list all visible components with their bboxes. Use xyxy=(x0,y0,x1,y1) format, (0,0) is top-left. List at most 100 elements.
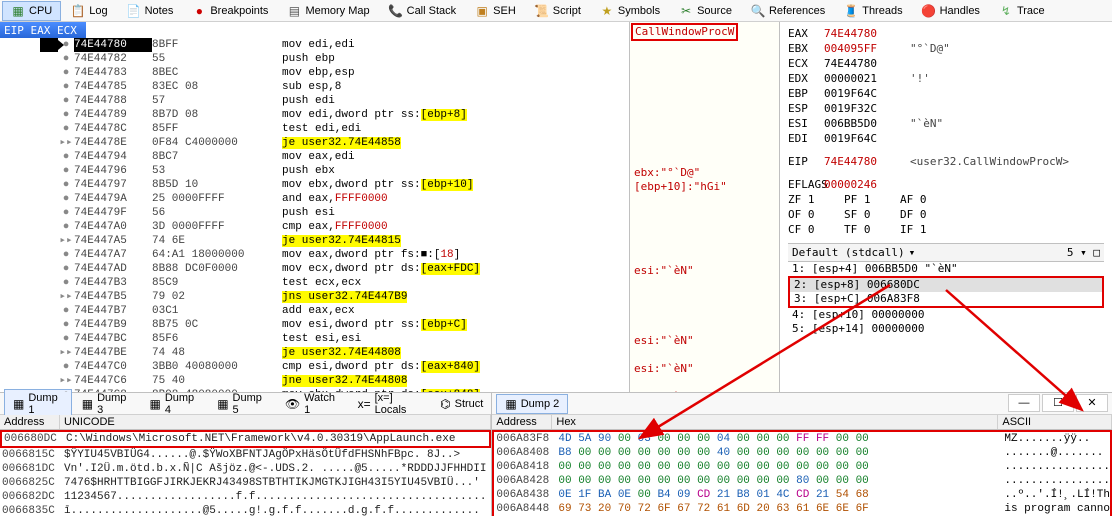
tab-script[interactable]: 📜Script xyxy=(526,1,590,21)
col-unicode[interactable]: UNICODE xyxy=(60,415,491,429)
breakpoint-dot-icon[interactable]: ● xyxy=(58,178,74,192)
stack-param[interactable]: 3: [esp+C] 006A83F8 xyxy=(790,292,1102,306)
disasm-row[interactable]: ●74E447B98B75 0Cmov esi,dword ptr ss:[eb… xyxy=(0,318,629,332)
dump-row[interactable]: 006A83F84D 5A 90 00 03 00 00 00 04 00 00… xyxy=(494,432,1110,446)
tab-cpu[interactable]: ▦CPU xyxy=(2,1,61,21)
tab-dump-1[interactable]: ▦Dump 1 xyxy=(4,389,72,419)
dump-row[interactable]: 006682DC11234567..................f.f...… xyxy=(0,490,491,504)
tab-breakpoints[interactable]: ●Breakpoints xyxy=(183,1,277,21)
flag[interactable]: CF 0 xyxy=(788,222,844,237)
tab--x-locals[interactable]: x=[x=] Locals xyxy=(350,390,431,418)
dump-row[interactable]: 0066815C$ŸYIU45VBIÜG4......@.$ŸWoXBFNTJA… xyxy=(0,448,491,462)
breakpoint-dot-icon[interactable]: ● xyxy=(58,108,74,122)
disasm-row[interactable]: ●74E4479653push ebx xyxy=(0,164,629,178)
col-hex[interactable]: Hex xyxy=(552,415,998,429)
dump-row[interactable]: 006680DCC:\Windows\Microsoft.NET\Framewo… xyxy=(0,430,491,448)
stack-param[interactable]: 2: [esp+8] 006680DC xyxy=(790,278,1102,292)
disasm-row[interactable]: ●74E447C88B98 48080000mov ebx,dword ptr … xyxy=(0,388,629,392)
breakpoint-dot-icon[interactable]: ● xyxy=(58,192,74,206)
tab-handles[interactable]: 🔴Handles xyxy=(913,1,989,21)
dump-row[interactable]: 006A844869 73 20 70 72 6F 67 72 61 6D 20… xyxy=(494,502,1110,516)
flag[interactable]: OF 0 xyxy=(788,207,844,222)
breakpoint-dot-icon[interactable]: ● xyxy=(58,66,74,80)
dump-row[interactable]: 006A8408B8 00 00 00 00 00 00 00 40 00 00… xyxy=(494,446,1110,460)
flag[interactable]: PF 1 xyxy=(844,192,900,207)
dump-row[interactable]: 006A84380E 1F BA 0E 00 B4 09 CD 21 B8 01… xyxy=(494,488,1110,502)
breakpoint-dot-icon[interactable]: ▸ xyxy=(58,346,74,360)
tab-struct[interactable]: ⌬Struct xyxy=(432,395,491,413)
flag[interactable]: IF 1 xyxy=(900,222,956,237)
disasm-row[interactable]: ●74E447A03D 0000FFFFcmp eax,FFFF0000 xyxy=(0,220,629,234)
disasm-row[interactable]: ▸74E447A574 6Eje user32.74E44815 xyxy=(0,234,629,248)
tab-trace[interactable]: ↯Trace xyxy=(990,1,1054,21)
dump-row[interactable]: 006A842800 00 00 00 00 00 00 00 00 00 00… xyxy=(494,474,1110,488)
flag[interactable]: TF 0 xyxy=(844,222,900,237)
disasm-listing[interactable]: ●74E447808BFFmov edi,edi●74E4478255push … xyxy=(0,38,629,392)
tab-notes[interactable]: 📄Notes xyxy=(118,1,183,21)
breakpoint-dot-icon[interactable]: ▸ xyxy=(58,374,74,388)
stack-param[interactable]: 1: [esp+4] 006BB5D0 "`èN" xyxy=(788,262,1104,276)
disasm-row[interactable]: ●74E447AD8B88 DC0F0000mov ecx,dword ptr … xyxy=(0,262,629,276)
dump2-body[interactable]: 006A83F84D 5A 90 00 03 00 00 00 04 00 00… xyxy=(492,430,1112,516)
breakpoint-dot-icon[interactable]: ● xyxy=(58,388,74,392)
disasm-row[interactable]: ●74E447978B5D 10mov ebx,dword ptr ss:[eb… xyxy=(0,178,629,192)
minimize-button[interactable]: — xyxy=(1008,394,1040,412)
dump-row[interactable]: 0066825C7476$HRHTTBIGGFJIRKJEKRJ43498STB… xyxy=(0,476,491,490)
breakpoint-dot-icon[interactable]: ● xyxy=(58,164,74,178)
registers-panel[interactable]: EAX74E44780EBX004095FF"°`D@"ECX74E44780E… xyxy=(780,22,1112,392)
dump-row[interactable]: 006681DCVn'.I2Ü.m.ötd.b.x.Ñ|C Ašjöz.@<-.… xyxy=(0,462,491,476)
tab-dump-3[interactable]: ▦Dump 3 xyxy=(74,390,140,418)
flag[interactable]: SF 0 xyxy=(844,207,900,222)
breakpoint-dot-icon[interactable]: ● xyxy=(58,94,74,108)
reg-value[interactable]: 00000021 xyxy=(824,71,910,86)
reg-value[interactable]: 74E44780 xyxy=(824,56,910,71)
close-button[interactable]: ✕ xyxy=(1076,394,1108,412)
stack-arg-count[interactable]: 5 ▾ □ xyxy=(1067,245,1100,260)
disasm-row[interactable]: ●74E4479F56push esi xyxy=(0,206,629,220)
disasm-row[interactable]: ●74E447B703C1add eax,ecx xyxy=(0,304,629,318)
tab-source[interactable]: ✂Source xyxy=(670,1,741,21)
tab-threads[interactable]: 🧵Threads xyxy=(835,1,911,21)
reg-value[interactable]: 74E44780 xyxy=(824,26,910,41)
breakpoint-dot-icon[interactable]: ● xyxy=(58,248,74,262)
flag[interactable]: ZF 1 xyxy=(788,192,844,207)
breakpoint-dot-icon[interactable]: ● xyxy=(58,304,74,318)
tab-dump-5[interactable]: ▦Dump 5 xyxy=(209,390,275,418)
reg-value[interactable]: 0019F64C xyxy=(824,131,910,146)
breakpoint-dot-icon[interactable]: ▸ xyxy=(58,136,74,150)
tab-seh[interactable]: ▣SEH xyxy=(466,1,525,21)
col-address[interactable]: Address xyxy=(492,415,552,429)
disasm-row[interactable]: ●74E447808BFFmov edi,edi xyxy=(0,38,629,52)
breakpoint-dot-icon[interactable]: ● xyxy=(58,206,74,220)
breakpoint-dot-icon[interactable]: ● xyxy=(58,122,74,136)
tab-call-stack[interactable]: 📞Call Stack xyxy=(380,1,466,21)
disasm-row[interactable]: ●74E4478255push ebp xyxy=(0,52,629,66)
dump-row[interactable]: 006A841800 00 00 00 00 00 00 00 00 00 00… xyxy=(494,460,1110,474)
tab-symbols[interactable]: ★Symbols xyxy=(591,1,669,21)
dump-row[interactable]: 0066835Cī....................@5.....g!.g… xyxy=(0,504,491,516)
breakpoint-dot-icon[interactable]: ▸ xyxy=(58,290,74,304)
tab-dump-4[interactable]: ▦Dump 4 xyxy=(141,390,207,418)
breakpoint-dot-icon[interactable]: ● xyxy=(58,360,74,374)
reg-value[interactable]: 0019F32C xyxy=(824,101,910,116)
reg-value[interactable]: 006BB5D0 xyxy=(824,116,910,131)
breakpoint-dot-icon[interactable]: ● xyxy=(58,80,74,94)
flag[interactable]: AF 0 xyxy=(900,192,956,207)
disasm-row[interactable]: ▸74E4478E0F84 C4000000je user32.74E44858 xyxy=(0,136,629,150)
breakpoint-dot-icon[interactable]: ▸ xyxy=(58,234,74,248)
breakpoint-dot-icon[interactable]: ● xyxy=(58,262,74,276)
breakpoint-dot-icon[interactable]: ● xyxy=(58,276,74,290)
tab-references[interactable]: 🔍References xyxy=(742,1,834,21)
disasm-row[interactable]: ●74E447948BC7mov eax,edi xyxy=(0,150,629,164)
calling-convention-selector[interactable]: Default (stdcall)▾5 ▾ □ xyxy=(788,243,1104,262)
reg-value[interactable]: 004095FF xyxy=(824,41,910,56)
disasm-row[interactable]: ●74E447C03BB0 40080000cmp esi,dword ptr … xyxy=(0,360,629,374)
disasm-row[interactable]: ●74E4478857push edi xyxy=(0,94,629,108)
breakpoint-dot-icon[interactable]: ● xyxy=(58,318,74,332)
disasm-row[interactable]: ▸74E447BE74 48je user32.74E44808 xyxy=(0,346,629,360)
breakpoint-dot-icon[interactable]: ● xyxy=(58,332,74,346)
col-address[interactable]: Address xyxy=(0,415,60,429)
disasm-row[interactable]: ●74E447838BECmov ebp,esp xyxy=(0,66,629,80)
disasm-row[interactable]: ●74E447A764:A1 18000000mov eax,dword ptr… xyxy=(0,248,629,262)
disasm-row[interactable]: ▸74E447C675 40jne user32.74E44808 xyxy=(0,374,629,388)
